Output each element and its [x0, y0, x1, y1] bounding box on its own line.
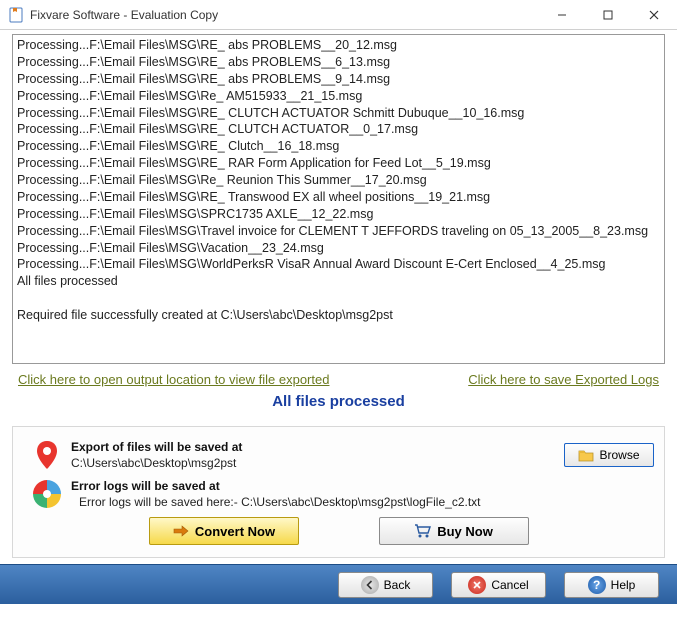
save-logs-link[interactable]: Click here to save Exported Logs [468, 372, 659, 387]
error-path: Error logs will be saved here:- C:\Users… [71, 493, 654, 509]
app-icon [8, 7, 24, 23]
buy-label: Buy Now [437, 524, 493, 539]
buy-now-button[interactable]: Buy Now [379, 517, 529, 545]
back-arrow-icon [361, 576, 379, 594]
close-button[interactable] [631, 0, 677, 30]
export-path: C:\Users\abc\Desktop\msg2pst [71, 454, 534, 470]
convert-now-button[interactable]: Convert Now [149, 517, 299, 545]
status-text: All files processed [0, 389, 677, 420]
export-label: Export of files will be saved at [71, 440, 534, 454]
pie-chart-icon [32, 479, 62, 509]
help-label: Help [611, 578, 636, 592]
convert-label: Convert Now [195, 524, 275, 539]
action-row: Convert Now Buy Now [23, 513, 654, 549]
location-pin-icon [33, 439, 61, 471]
error-row: Error logs will be saved at Error logs w… [23, 475, 654, 513]
settings-panel: Export of files will be saved at C:\User… [12, 426, 665, 558]
titlebar: Fixvare Software - Evaluation Copy [0, 0, 677, 30]
browse-label: Browse [599, 448, 639, 462]
processing-log[interactable]: Processing...F:\Email Files\MSG\RE_ abs … [12, 34, 665, 364]
maximize-button[interactable] [585, 0, 631, 30]
window-title: Fixvare Software - Evaluation Copy [30, 8, 539, 22]
footer-bar: Back Cancel ? Help [0, 564, 677, 604]
open-output-link[interactable]: Click here to open output location to vi… [18, 372, 329, 387]
cancel-label: Cancel [491, 578, 528, 592]
cancel-button[interactable]: Cancel [451, 572, 546, 598]
convert-icon [172, 523, 190, 539]
export-row: Export of files will be saved at C:\User… [23, 435, 654, 475]
cancel-icon [468, 576, 486, 594]
minimize-button[interactable] [539, 0, 585, 30]
links-row: Click here to open output location to vi… [0, 370, 677, 389]
help-button[interactable]: ? Help [564, 572, 659, 598]
cart-icon [414, 523, 432, 539]
error-label: Error logs will be saved at [71, 479, 654, 493]
help-icon: ? [588, 576, 606, 594]
folder-icon [578, 448, 594, 462]
window-controls [539, 0, 677, 30]
browse-button[interactable]: Browse [564, 443, 654, 467]
back-label: Back [384, 578, 411, 592]
back-button[interactable]: Back [338, 572, 433, 598]
